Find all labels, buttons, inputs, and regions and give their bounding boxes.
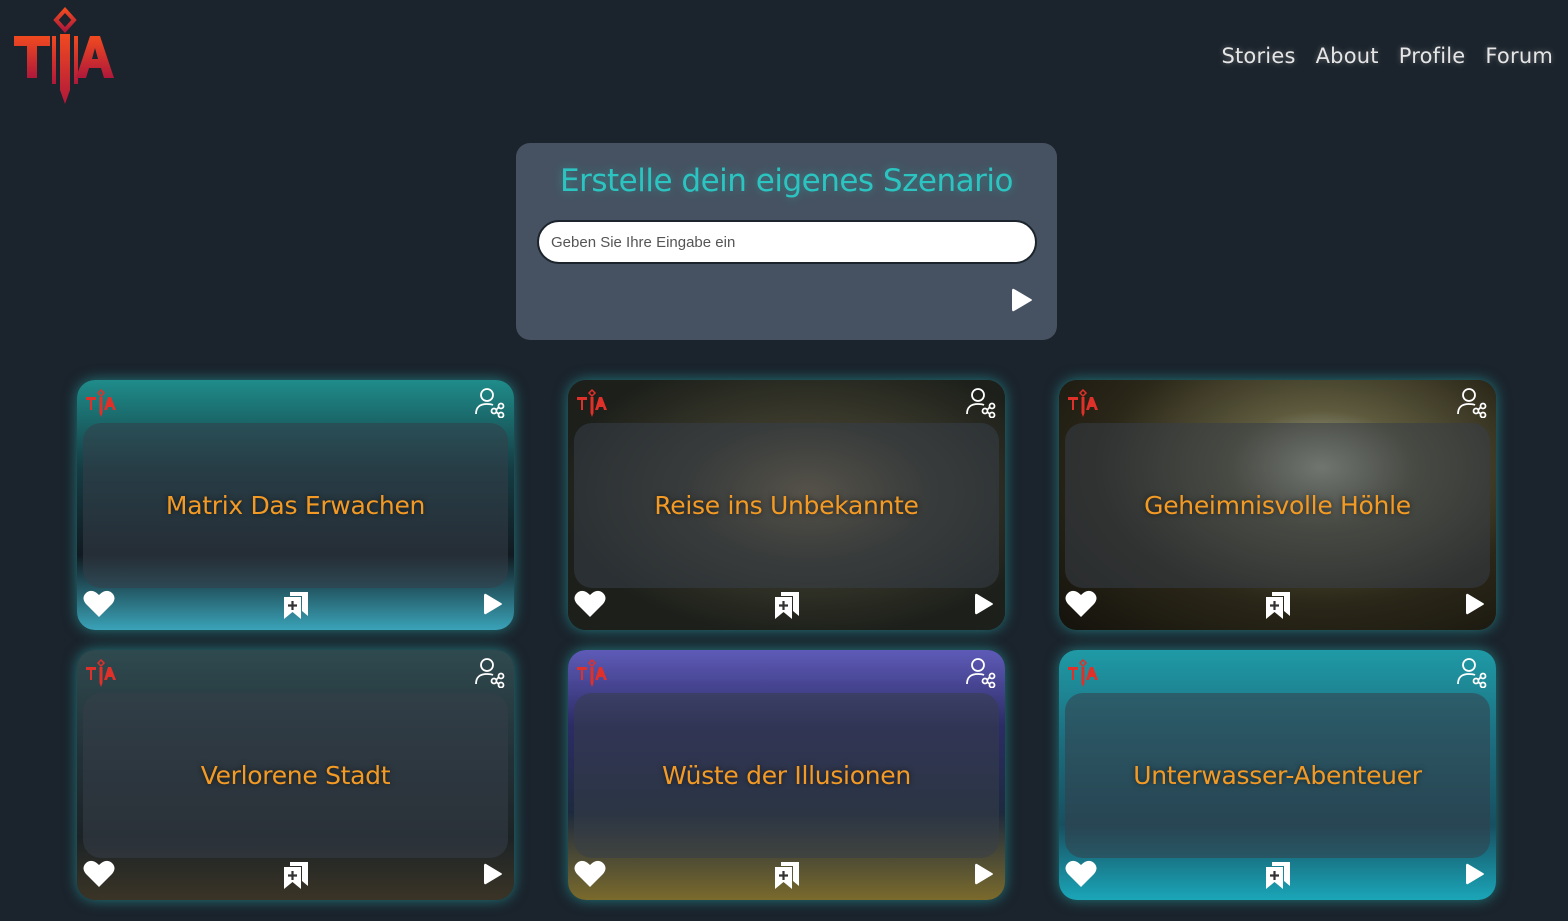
bookmark-add-icon[interactable]	[773, 590, 801, 620]
tia-mini-logo-icon	[85, 658, 117, 688]
share-user-icon[interactable]	[965, 656, 997, 689]
story-card-overlay: Unterwasser-Abenteuer	[1065, 693, 1490, 858]
play-story-icon[interactable]	[482, 862, 504, 886]
bookmark-add-icon[interactable]	[282, 860, 310, 890]
bookmark-add-icon[interactable]	[773, 860, 801, 890]
story-card[interactable]: Geheimnisvolle Höhle	[1059, 380, 1496, 630]
like-heart-icon[interactable]	[573, 859, 607, 889]
story-card[interactable]: Unterwasser-Abenteuer	[1059, 650, 1496, 900]
story-card[interactable]: Reise ins Unbekannte	[568, 380, 1005, 630]
page: Stories About Profile Forum Erstelle dei…	[0, 0, 1568, 921]
share-user-icon[interactable]	[965, 386, 997, 419]
story-card-overlay: Matrix Das Erwachen	[83, 423, 508, 588]
play-story-icon[interactable]	[1464, 862, 1486, 886]
story-card-title: Geheimnisvolle Höhle	[1144, 491, 1411, 520]
tia-logo-icon	[14, 7, 114, 104]
nav-about[interactable]: About	[1316, 44, 1379, 68]
story-card-title: Verlorene Stadt	[200, 761, 391, 790]
nav-forum[interactable]: Forum	[1485, 44, 1553, 68]
share-user-icon[interactable]	[1456, 386, 1488, 419]
main-nav: Stories About Profile Forum	[1221, 44, 1553, 68]
tia-mini-logo-icon	[576, 658, 608, 688]
story-card[interactable]: Wüste der Illusionen	[568, 650, 1005, 900]
story-card-overlay: Geheimnisvolle Höhle	[1065, 423, 1490, 588]
scenario-input[interactable]	[537, 220, 1037, 264]
like-heart-icon[interactable]	[82, 859, 116, 889]
create-title: Erstelle dein eigenes Szenario	[560, 163, 1013, 199]
submit-scenario-button[interactable]	[1009, 286, 1035, 314]
story-card-overlay: Reise ins Unbekannte	[574, 423, 999, 588]
like-heart-icon[interactable]	[573, 589, 607, 619]
tia-mini-logo-icon	[85, 388, 117, 418]
share-user-icon[interactable]	[474, 656, 506, 689]
tia-mini-logo-icon	[1067, 388, 1099, 418]
tia-mini-logo-icon	[1067, 658, 1099, 688]
story-card-title: Unterwasser-Abenteuer	[1133, 761, 1422, 790]
play-story-icon[interactable]	[973, 592, 995, 616]
story-card-title: Reise ins Unbekannte	[654, 491, 919, 520]
bookmark-add-icon[interactable]	[1264, 590, 1292, 620]
tia-mini-logo-icon	[576, 388, 608, 418]
story-card[interactable]: Matrix Das Erwachen	[77, 380, 514, 630]
story-card-title: Matrix Das Erwachen	[165, 491, 426, 520]
story-card-title: Wüste der Illusionen	[662, 761, 911, 790]
play-icon	[1012, 288, 1032, 312]
play-story-icon[interactable]	[482, 592, 504, 616]
story-card[interactable]: Verlorene Stadt	[77, 650, 514, 900]
bookmark-add-icon[interactable]	[282, 590, 310, 620]
play-story-icon[interactable]	[973, 862, 995, 886]
tia-logo[interactable]	[10, 6, 118, 106]
bookmark-add-icon[interactable]	[1264, 860, 1292, 890]
like-heart-icon[interactable]	[1064, 589, 1098, 619]
like-heart-icon[interactable]	[1064, 859, 1098, 889]
nav-stories[interactable]: Stories	[1221, 44, 1295, 68]
share-user-icon[interactable]	[474, 386, 506, 419]
story-card-overlay: Verlorene Stadt	[83, 693, 508, 858]
share-user-icon[interactable]	[1456, 656, 1488, 689]
nav-profile[interactable]: Profile	[1399, 44, 1466, 68]
like-heart-icon[interactable]	[82, 589, 116, 619]
story-card-overlay: Wüste der Illusionen	[574, 693, 999, 858]
play-story-icon[interactable]	[1464, 592, 1486, 616]
